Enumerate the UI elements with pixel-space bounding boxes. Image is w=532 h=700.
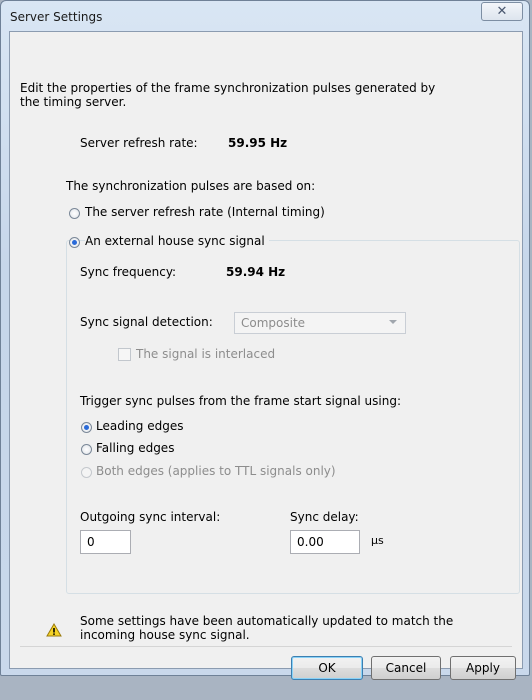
- close-button[interactable]: ✕: [481, 2, 523, 21]
- server-settings-window: Server Settings ✕ Edit the properties of…: [0, 0, 530, 680]
- sync-detection-dropdown[interactable]: Composite: [234, 312, 406, 334]
- sync-delay-field[interactable]: [290, 530, 360, 554]
- pulses-based-on-label: The synchronization pulses are based on:: [66, 179, 316, 193]
- radio-falling-edges[interactable]: [81, 444, 92, 455]
- window-title: Server Settings: [10, 10, 103, 24]
- close-icon: ✕: [496, 4, 508, 19]
- server-refresh-value: 59.95 Hz: [228, 136, 288, 150]
- ok-button[interactable]: OK: [291, 656, 363, 680]
- both-edges-label: Both edges (applies to TTL signals only): [96, 464, 336, 478]
- warning-icon: [46, 623, 62, 637]
- falling-edges-label[interactable]: Falling edges: [96, 441, 174, 455]
- intro-text: Edit the properties of the frame synchro…: [20, 81, 436, 109]
- sync-detection-selected: Composite: [241, 316, 306, 330]
- sync-detection-label: Sync signal detection:: [80, 315, 213, 329]
- radio-external-label[interactable]: An external house sync signal: [85, 234, 269, 248]
- radio-internal-label[interactable]: The server refresh rate (Internal timing…: [85, 205, 325, 219]
- sync-delay-label: Sync delay:: [290, 510, 359, 524]
- warning-text-line1: Some settings have been automatically up…: [80, 614, 454, 628]
- leading-edges-label[interactable]: Leading edges: [96, 419, 183, 433]
- sync-frequency-value: 59.94 Hz: [226, 265, 286, 279]
- outgoing-interval-input[interactable]: [81, 531, 130, 553]
- footer-divider: [20, 646, 512, 647]
- chevron-down-icon: [389, 320, 397, 324]
- interlaced-label: The signal is interlaced: [136, 347, 276, 361]
- radio-internal-timing[interactable]: [69, 208, 80, 219]
- apply-button[interactable]: Apply: [450, 656, 516, 680]
- radio-both-edges[interactable]: [81, 467, 92, 478]
- outgoing-interval-field[interactable]: [80, 530, 131, 554]
- warning-text-line2: incoming house sync signal.: [80, 628, 250, 642]
- cancel-button[interactable]: Cancel: [371, 656, 441, 680]
- radio-external-sync[interactable]: [69, 237, 80, 248]
- interlaced-checkbox[interactable]: [118, 348, 131, 361]
- dialog-body: Edit the properties of the frame synchro…: [9, 31, 523, 680]
- radio-leading-edges[interactable]: [81, 422, 92, 433]
- server-refresh-label: Server refresh rate:: [80, 136, 198, 150]
- title-bar[interactable]: Server Settings ✕: [1, 1, 529, 31]
- trigger-label: Trigger sync pulses from the frame start…: [80, 394, 402, 408]
- outgoing-interval-label: Outgoing sync interval:: [80, 510, 221, 524]
- sync-frequency-label: Sync frequency:: [80, 265, 177, 279]
- sync-delay-input[interactable]: [291, 531, 359, 553]
- sync-delay-unit: µs: [371, 534, 384, 547]
